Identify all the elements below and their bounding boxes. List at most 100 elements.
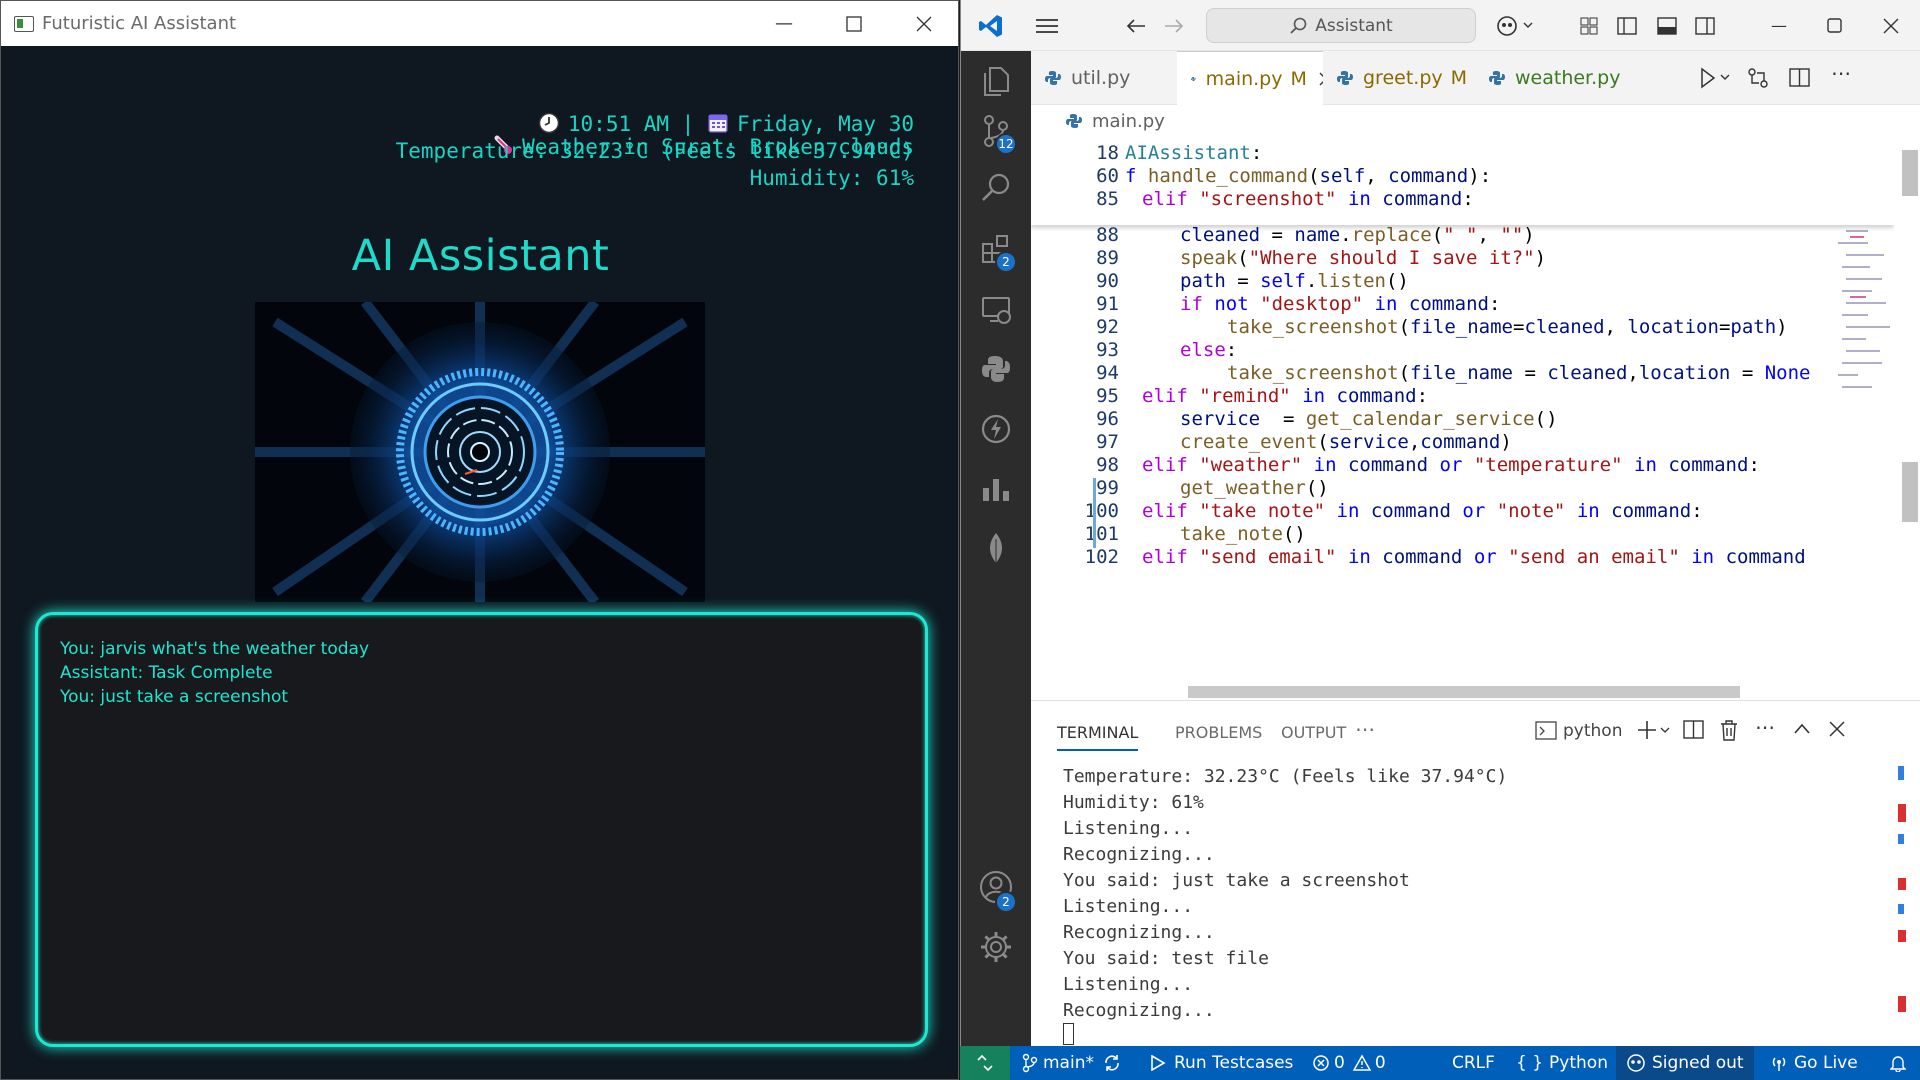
manage-button[interactable] <box>961 917 1031 977</box>
code-line: service = get_calendar_service() <box>1180 408 1558 430</box>
run-testcases-button[interactable]: Run Testcases <box>1150 1046 1293 1080</box>
terminal-selector[interactable]: python <box>1535 721 1622 741</box>
menu-button[interactable] <box>1027 0 1067 51</box>
terminal-line: You said: just take a screenshot <box>1063 870 1410 891</box>
remote-indicator[interactable] <box>960 1046 1010 1080</box>
copilot-button[interactable] <box>1491 0 1541 51</box>
maximize-panel-button[interactable] <box>1793 721 1811 741</box>
line-number: 97 <box>1096 431 1119 453</box>
code-line: cleaned = name.replace(" ", "") <box>1180 224 1535 246</box>
assistant-body: 10:51 AM | Friday, May 30 Weather in Sur… <box>1 46 958 1079</box>
code-line: path = self.listen() <box>1180 270 1409 292</box>
ai-orb-image <box>255 302 705 602</box>
toggle-primary-sidebar[interactable] <box>1609 0 1645 51</box>
remote-explorer-button[interactable] <box>961 279 1031 339</box>
language-indicator[interactable]: { } Python <box>1516 1046 1608 1080</box>
vs-maximize-button[interactable] <box>1807 0 1863 51</box>
vs-minimize-button[interactable]: — <box>1751 0 1807 51</box>
go-live-button[interactable]: Go Live <box>1770 1046 1858 1080</box>
run-button[interactable] <box>1699 67 1733 93</box>
split-editor-button[interactable] <box>1789 67 1811 93</box>
code-line: elif "send email" in command or "send an… <box>1142 546 1806 568</box>
close-panel-button[interactable] <box>1829 721 1845 741</box>
vscode-titlebar: Assistant — <box>961 0 1920 51</box>
problems-indicator[interactable]: 0 0 <box>1312 1046 1386 1080</box>
editor-tabs: util.py main.py M greet.py M weather.py … <box>1031 51 1920 105</box>
tab-modified-indicator: M <box>1450 67 1468 89</box>
sidebar-right-icon <box>1695 16 1715 35</box>
forward-button[interactable] <box>1159 0 1189 51</box>
tab-main-py[interactable]: main.py M <box>1177 51 1323 105</box>
tab-weather-py[interactable]: weather.py <box>1475 51 1627 105</box>
breadcrumb-file: main.py <box>1092 110 1165 132</box>
branch-indicator[interactable]: main* <box>1022 1046 1122 1080</box>
new-terminal-button[interactable] <box>1637 719 1673 745</box>
code-line: elif "weather" in command or "temperatur… <box>1142 454 1760 476</box>
close-icon <box>1883 18 1899 33</box>
line-number: 60 <box>1096 165 1119 187</box>
git-branch-icon <box>1022 1053 1038 1073</box>
line-number: 92 <box>1096 316 1119 338</box>
line-number: 101 <box>1084 523 1119 545</box>
close-button[interactable] <box>889 1 959 46</box>
mongodb-button[interactable] <box>961 519 1031 579</box>
terminal-line: Recognizing... <box>1063 1000 1215 1021</box>
hamburger-icon <box>1036 18 1058 33</box>
humidity-text: Humidity: 61% <box>749 166 914 190</box>
breadcrumb[interactable]: main.py <box>1066 108 1165 134</box>
horizontal-scrollbar[interactable] <box>1188 686 1740 698</box>
chat-message: You: jarvis what's the weather today <box>60 639 370 659</box>
split-icon <box>1683 720 1704 739</box>
editor-scrollbar-thumb[interactable] <box>1902 150 1918 196</box>
extensions-button[interactable]: 2 <box>961 219 1031 279</box>
panel-more-button[interactable]: ⋯ <box>1355 717 1375 741</box>
vs-close-button[interactable] <box>1863 0 1919 51</box>
source-control-badge: 12 <box>995 133 1017 155</box>
tab-terminal[interactable]: TERMINAL <box>1057 723 1139 751</box>
more-actions-button[interactable]: ⋯ <box>1831 61 1851 85</box>
tab-output[interactable]: OUTPUT <box>1281 723 1346 742</box>
python-file-icon <box>1337 71 1353 85</box>
code-editor[interactable]: 18 AIAssistant: 60 f handle_command(self… <box>1031 134 1894 700</box>
close-icon <box>916 16 932 31</box>
minimize-button[interactable]: — <box>749 1 819 46</box>
tab-problems[interactable]: PROBLEMS <box>1175 723 1262 742</box>
tab-util-py[interactable]: util.py <box>1031 51 1175 105</box>
editor-scrollbar-position[interactable] <box>1902 462 1918 522</box>
kill-terminal-button[interactable] <box>1719 719 1739 745</box>
back-button[interactable] <box>1121 0 1151 51</box>
toggle-panel[interactable] <box>1649 0 1685 51</box>
tab-greet-py[interactable]: greet.py M <box>1323 51 1473 105</box>
thunder-client-button[interactable] <box>961 399 1031 459</box>
compare-changes-button[interactable] <box>1747 67 1769 93</box>
accounts-button[interactable]: 2 <box>961 857 1031 917</box>
terminal-cursor[interactable] <box>1063 1023 1074 1045</box>
eol-indicator[interactable]: CRLF <box>1452 1046 1495 1080</box>
source-control-button[interactable]: 12 <box>961 101 1031 161</box>
notifications-button[interactable] <box>1890 1046 1906 1080</box>
terminal-panel: TERMINAL PROBLEMS OUTPUT ⋯ python ⋯ Temp… <box>1031 700 1920 1046</box>
terminal-name: python <box>1563 721 1623 741</box>
python-file-icon <box>1066 114 1082 128</box>
python-button[interactable] <box>961 339 1031 399</box>
maximize-button[interactable] <box>819 1 889 46</box>
signed-out-indicator[interactable]: Signed out <box>1616 1046 1754 1080</box>
remote-explorer-icon <box>982 297 1011 324</box>
python-file-icon <box>1045 71 1061 85</box>
sticky-scroll[interactable]: 18 AIAssistant: 60 f handle_command(self… <box>1031 134 1894 225</box>
trash-icon <box>1721 720 1737 741</box>
tab-label: util.py <box>1071 67 1131 89</box>
command-center[interactable]: Assistant <box>1206 8 1476 43</box>
split-editor-icon <box>1789 68 1810 87</box>
split-terminal-button[interactable] <box>1683 719 1705 745</box>
chat-log: You: jarvis what's the weather today Ass… <box>35 612 928 1047</box>
terminal-more-button[interactable]: ⋯ <box>1755 715 1775 739</box>
leaf-icon <box>990 533 1002 565</box>
charts-button[interactable] <box>961 459 1031 519</box>
line-number: 88 <box>1096 224 1119 246</box>
customize-layout-button[interactable] <box>1571 0 1607 51</box>
signed-out-label: Signed out <box>1652 1053 1744 1073</box>
code-line: elif "remind" in command: <box>1142 385 1429 407</box>
toggle-secondary-sidebar[interactable] <box>1687 0 1723 51</box>
search-button[interactable] <box>961 158 1031 218</box>
